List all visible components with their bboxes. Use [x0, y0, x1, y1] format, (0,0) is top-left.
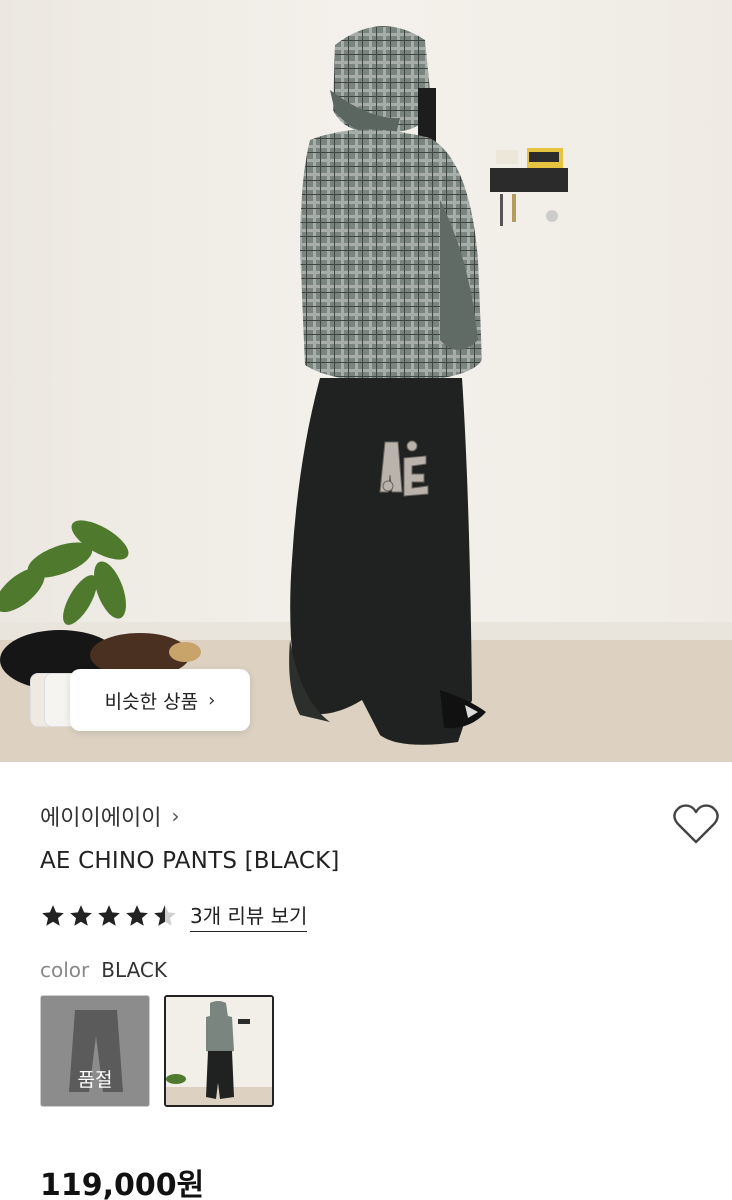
review-link[interactable]: 3개 리뷰 보기 [190, 900, 308, 932]
hero-photo [0, 0, 732, 762]
soldout-label: 품절 [77, 1069, 113, 1091]
product-hero-image [0, 0, 732, 762]
brand-link[interactable]: 에이이에이이 › [40, 800, 179, 832]
model-thumbnail [166, 997, 272, 1105]
star-icon [42, 905, 64, 926]
similar-products-button[interactable]: 비슷한 상품 › [70, 669, 250, 731]
color-swatch-selected[interactable] [164, 995, 274, 1107]
heart-icon[interactable] [672, 802, 720, 846]
color-value: BLACK [101, 958, 167, 982]
product-title: AE CHINO PANTS [BLACK] [40, 848, 340, 874]
brand-name: 에이이에이이 [40, 806, 162, 831]
star-rating [40, 903, 178, 929]
star-icon [126, 905, 148, 926]
color-row: color BLACK [40, 958, 167, 982]
star-icon [98, 905, 120, 926]
star-icon [70, 905, 92, 926]
color-swatch-soldout[interactable]: 품절 [40, 995, 150, 1107]
similar-products-label: 비슷한 상품 [104, 690, 199, 713]
color-label: color [40, 958, 90, 982]
chevron-right-icon: › [171, 804, 180, 828]
star-half-icon [154, 905, 176, 926]
rating-row: 3개 리뷰 보기 [40, 900, 308, 932]
price: 119,000원 [40, 1168, 205, 1200]
chevron-right-icon: › [208, 689, 216, 711]
